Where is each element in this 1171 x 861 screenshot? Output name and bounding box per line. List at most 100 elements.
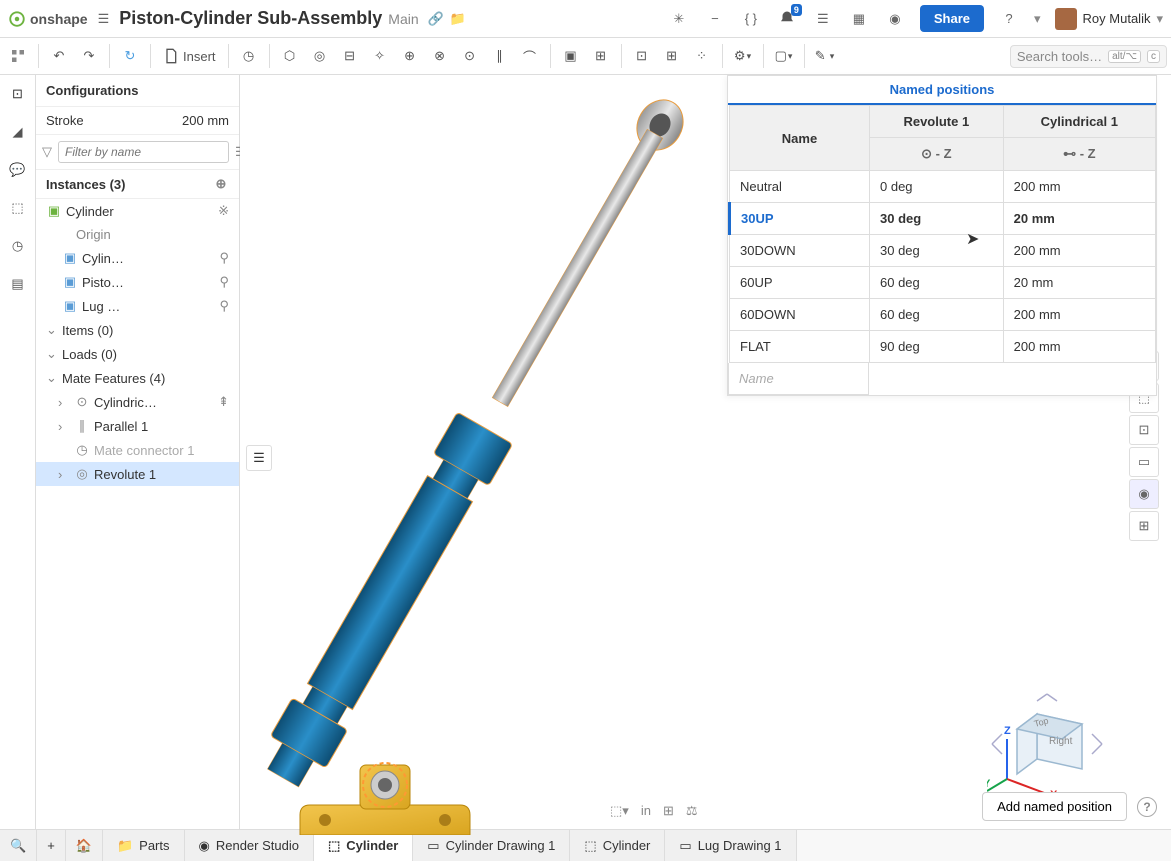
refresh-icon[interactable]: ↻ [116, 42, 144, 70]
cylindrical-mate-icon[interactable]: ⊕ [396, 42, 424, 70]
group-icon[interactable]: ▣ [557, 42, 585, 70]
help-icon[interactable]: ? [998, 8, 1020, 30]
part-piston[interactable]: ▣ Pisto… ⚲ [36, 270, 239, 294]
table-row[interactable]: 30DOWN30 deg200 mm [730, 235, 1156, 267]
view-camera-icon[interactable]: ⊞ [1129, 511, 1159, 541]
piston-model[interactable] [260, 85, 720, 835]
notifications-icon[interactable]: 9 [776, 8, 798, 30]
instance-cylinder[interactable]: ▣ Cylinder ※ [36, 199, 239, 223]
timer-rail-icon[interactable]: ◷ [7, 235, 29, 257]
relation-icon[interactable]: ⊞ [587, 42, 615, 70]
folder-icon[interactable]: 📁 [447, 8, 469, 30]
filter-input[interactable] [58, 141, 229, 163]
table-row[interactable]: 60UP60 deg20 mm [730, 267, 1156, 299]
help-dropdown-icon[interactable]: ▾ [1034, 11, 1041, 27]
cube-icon[interactable]: ⬡ [276, 42, 304, 70]
table-row[interactable]: FLAT90 deg200 mm [730, 331, 1156, 363]
view-shaded-icon[interactable]: ◉ [1129, 479, 1159, 509]
tab-add-icon[interactable]: + [37, 830, 66, 861]
stroke-config-row[interactable]: Stroke 200 mm [36, 107, 239, 135]
loads-section[interactable]: ⌄ Loads (0) [36, 342, 239, 366]
table-row[interactable]: Neutral0 deg200 mm [730, 171, 1156, 203]
revolute-mate-icon[interactable]: ◎ [306, 42, 334, 70]
document-title[interactable]: Piston-Cylinder Sub-Assembly [119, 8, 382, 29]
header-bar: onshape ☰ Piston-Cylinder Sub-Assembly M… [0, 0, 1171, 38]
tab-search-icon[interactable]: 🔍 [0, 830, 37, 861]
features-rail-icon[interactable]: ⊡ [7, 83, 29, 105]
new-position-name-input[interactable]: Name [728, 363, 869, 395]
ball-mate-icon[interactable]: ⊙ [456, 42, 484, 70]
filter-icon[interactable]: ▽ [42, 144, 52, 160]
insert-button[interactable]: Insert [157, 42, 222, 70]
chevron-right-icon: › [58, 467, 70, 482]
bug-icon[interactable]: ✳ [668, 8, 690, 30]
part-lug[interactable]: ▣ Lug … ⚲ [36, 294, 239, 318]
display-icon[interactable]: ▢▾ [770, 42, 798, 70]
tab-home-icon[interactable]: 🏠 [66, 830, 103, 861]
planar-mate-icon[interactable]: ✧ [366, 42, 394, 70]
apps-icon[interactable]: ▦ [848, 8, 870, 30]
chevron-down-icon: ⌄ [46, 370, 58, 386]
config-tool-icon[interactable] [4, 42, 32, 70]
cube-display-icon[interactable]: ⬚▾ [610, 803, 629, 819]
comments-rail-icon[interactable]: 💬 [7, 159, 29, 181]
mass-icon[interactable]: ⚖ [686, 803, 698, 819]
undo-icon[interactable]: ↶ [45, 42, 73, 70]
share-button[interactable]: Share [920, 5, 984, 32]
pattern-icon[interactable]: ⁘ [688, 42, 716, 70]
search-tools-input[interactable]: Search tools… alt/⌥ c [1010, 45, 1167, 68]
user-menu[interactable]: Roy Mutalik ▾ [1055, 8, 1163, 30]
sheet-rail-icon[interactable]: ▤ [7, 273, 29, 295]
instances-section[interactable]: Instances (3) ⊕ [36, 170, 239, 199]
part-icon: ⬚ [584, 838, 596, 854]
slider-mate-icon[interactable]: ⊟ [336, 42, 364, 70]
document-branch[interactable]: Main [388, 11, 418, 27]
items-section[interactable]: ⌄ Items (0) [36, 318, 239, 342]
parallel-mate-icon[interactable]: ∥ [486, 42, 514, 70]
clock-icon[interactable]: ◷ [235, 42, 263, 70]
grid-icon[interactable]: ⊞ [663, 803, 674, 819]
link-icon[interactable]: 🔗 [425, 8, 447, 30]
mate-parallel[interactable]: › ∥ Parallel 1 [36, 414, 239, 438]
add-instance-icon[interactable]: ⊕ [213, 176, 229, 192]
appearance-rail-icon[interactable]: ◢ [7, 121, 29, 143]
col-name: Name [730, 106, 870, 171]
mate-connector[interactable]: ◷ Mate connector 1 [36, 438, 239, 462]
help-icon[interactable]: ? [1137, 797, 1157, 817]
pin-mate-icon[interactable]: ⊗ [426, 42, 454, 70]
notification-badge: 9 [791, 4, 802, 16]
tangent-mate-icon[interactable]: ⌒ [516, 42, 544, 70]
bom-rail-icon[interactable]: ⬚ [7, 197, 29, 219]
snap-icon[interactable]: ⊡ [628, 42, 656, 70]
branch-icon[interactable]: { } [740, 8, 762, 30]
mate-features-section[interactable]: ⌄ Mate Features (4) [36, 366, 239, 390]
gear-icon[interactable]: ⚙▾ [729, 42, 757, 70]
measure-icon[interactable]: ✎▾ [811, 42, 839, 70]
dash-icon[interactable]: − [704, 8, 726, 30]
graphics-canvas[interactable]: ☰ [240, 75, 1171, 829]
list-icon[interactable]: ☰ [812, 8, 834, 30]
named-positions-panel: Named positions Name Revolute 1 Cylindri… [727, 75, 1157, 396]
part-cylinder[interactable]: ▣ Cylin… ⚲ [36, 246, 239, 270]
mate-revolute[interactable]: › ◎ Revolute 1 [36, 462, 239, 486]
add-named-position-button[interactable]: Add named position [982, 792, 1127, 821]
view-cube[interactable]: Right Top Z X Y [987, 679, 1117, 809]
view-section-icon[interactable]: ⊡ [1129, 415, 1159, 445]
globe-icon[interactable]: ◉ [884, 8, 906, 30]
col-cylindrical: Cylindrical 1 [1003, 106, 1155, 138]
replicate-icon[interactable]: ⊞ [658, 42, 686, 70]
units-icon[interactable]: in [641, 803, 651, 819]
suppress-icon: ⇞ [218, 394, 229, 410]
redo-icon[interactable]: ↷ [75, 42, 103, 70]
chevron-right-icon: › [58, 395, 70, 410]
cylindrical-icon: ⊙ [74, 394, 90, 410]
tree-origin[interactable]: Origin [36, 223, 239, 246]
tab-parts[interactable]: 📁Parts [103, 830, 185, 861]
table-row[interactable]: 60DOWN60 deg200 mm [730, 299, 1156, 331]
mate-cylindrical[interactable]: › ⊙ Cylindric… ⇞ [36, 390, 239, 414]
view-hide-icon[interactable]: ▭ [1129, 447, 1159, 477]
brand-logo[interactable]: onshape [8, 10, 88, 28]
col-revolute: Revolute 1 [870, 106, 1004, 138]
menu-icon[interactable]: ☰ [98, 11, 110, 27]
table-row[interactable]: 30UP30 deg20 mm [730, 203, 1156, 235]
